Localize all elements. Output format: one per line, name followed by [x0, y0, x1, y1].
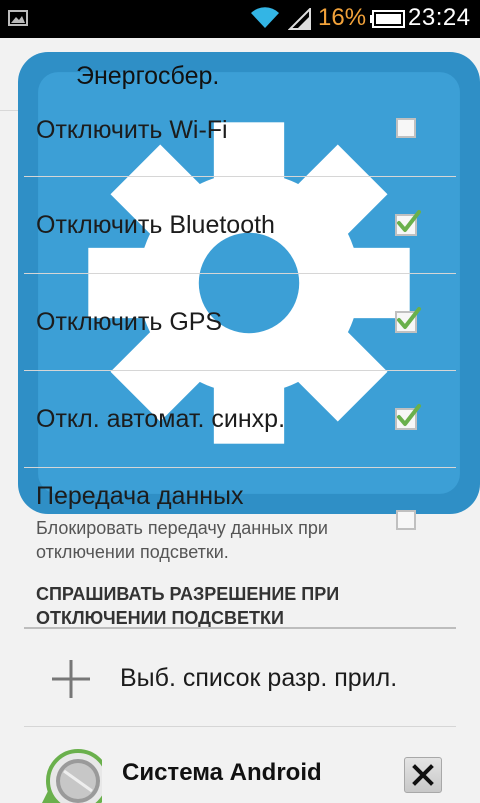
checkbox[interactable] [396, 510, 416, 530]
clock: 23:24 [408, 4, 471, 31]
battery-percent: 16% [318, 4, 367, 31]
select-allowed-apps-button[interactable]: Выб. список разр. прил. [24, 630, 456, 727]
gallery-icon [8, 10, 28, 26]
pref-title: Отключить Bluetooth [36, 211, 275, 239]
pref-title: Передача данных [36, 482, 244, 510]
pref-summary: Блокировать передачу данных при отключен… [36, 518, 328, 562]
status-bar: 16% 23:24 [0, 0, 480, 38]
plus-icon [52, 660, 90, 698]
pref-data-transfer[interactable]: Передача данных Блокировать передачу дан… [24, 468, 456, 576]
battery-icon [370, 10, 405, 28]
checkmark-icon[interactable] [392, 403, 422, 431]
android-system-icon [42, 749, 102, 803]
pref-disable-autosync[interactable]: Откл. автомат. синхр. [24, 371, 456, 468]
select-allowed-apps-label: Выб. список разр. прил. [120, 664, 398, 692]
pref-disable-bluetooth[interactable]: Отключить Bluetooth [24, 177, 456, 274]
list-item-app: Система Android [24, 727, 456, 803]
checkmark-icon[interactable] [392, 306, 422, 334]
pref-disable-wifi[interactable]: Отключить Wi-Fi [24, 110, 456, 177]
wifi-icon [251, 7, 279, 29]
category-header: СПРАШИВАТЬ РАЗРЕШЕНИЕ ПРИ ОТКЛЮЧЕНИИ ПОД… [36, 584, 340, 628]
checkmark-icon[interactable] [392, 209, 422, 237]
remove-app-button[interactable] [404, 757, 442, 793]
checkbox[interactable] [396, 118, 416, 138]
pref-title: Отключить GPS [36, 308, 223, 336]
pref-title: Отключить Wi-Fi [36, 116, 228, 144]
close-icon [412, 764, 434, 786]
pref-disable-gps[interactable]: Отключить GPS [24, 274, 456, 371]
page-title: Энергосбер. [76, 62, 220, 90]
pref-title: Откл. автомат. синхр. [36, 405, 286, 433]
signal-icon [288, 8, 311, 30]
app-name: Система Android [122, 759, 322, 786]
category-divider [24, 627, 456, 629]
